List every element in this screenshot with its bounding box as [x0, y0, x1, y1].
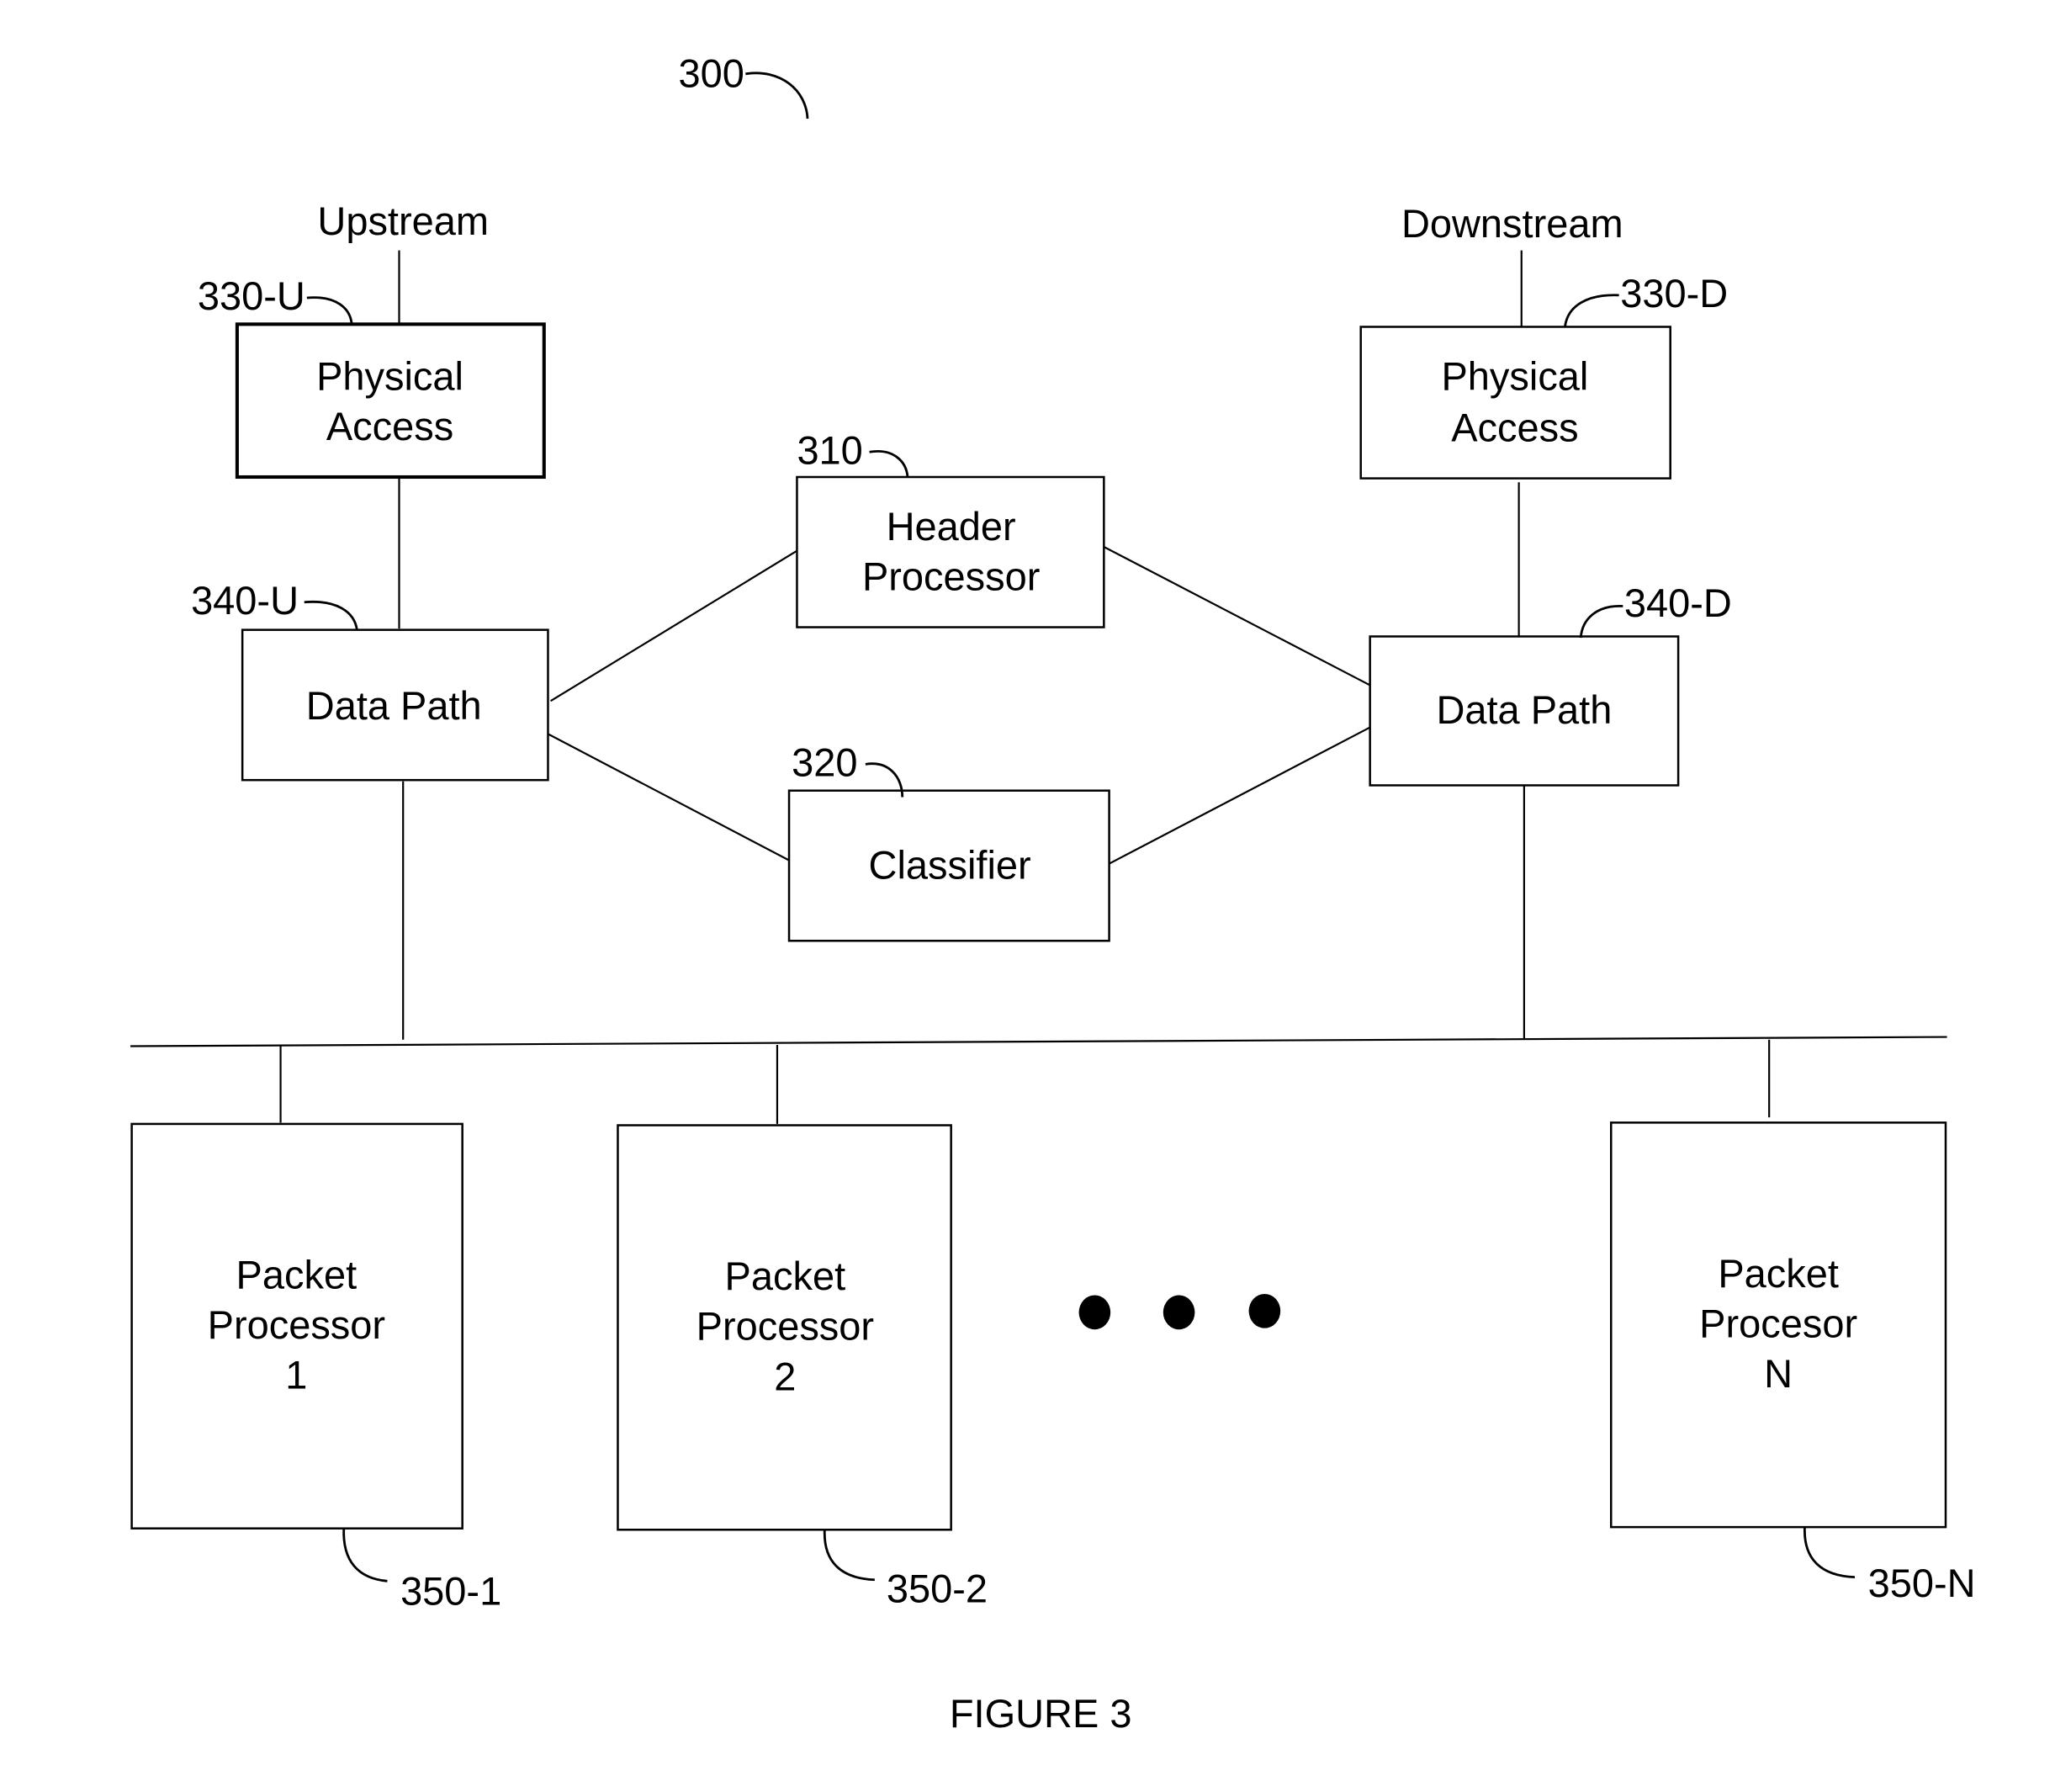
- physical-access-upstream-box: [235, 322, 546, 480]
- pp2-ref-label: 350-2: [887, 1566, 988, 1610]
- classifier-to-dp-down-wire: [1107, 726, 1371, 866]
- physical-access-downstream-line1: Physical: [1441, 354, 1588, 399]
- ellipsis-dots-icon: [1078, 1293, 1281, 1330]
- data-path-downstream-block: Data Path: [1369, 635, 1680, 787]
- physical-access-downstream-block: Physical Access: [1359, 326, 1671, 480]
- figure-ref-label: 300: [679, 50, 744, 95]
- dp-up-ref-label: 340-U: [191, 578, 299, 623]
- physical-access-upstream-line2: Access: [326, 404, 453, 448]
- packet-processor-2-line1: Packet: [725, 1254, 846, 1298]
- ellipsis-dot: [1078, 1295, 1111, 1330]
- header-processor-block: Header Processor: [796, 475, 1105, 628]
- packet-processor-n-line1: Packet: [1718, 1251, 1839, 1296]
- packet-processor-1-line2: Processor: [208, 1302, 385, 1347]
- physical-access-upstream-block: Physical Access: [235, 322, 546, 480]
- header-processor-line2: Processor: [862, 554, 1040, 599]
- ellipsis-dot: [1163, 1295, 1195, 1330]
- dp-up-ref-leader: [304, 600, 358, 630]
- classifier-block: Classifier: [787, 789, 1110, 942]
- physical-access-upstream-line1: Physical: [316, 354, 463, 399]
- dp-up-to-classifier-wire: [547, 733, 795, 864]
- packet-processor-n-block: Packet Procesor N: [1609, 1121, 1947, 1529]
- figure-3-diagram: 300 Upstream Downstream Physical Access …: [130, 50, 1976, 1736]
- data-path-upstream-label: Data Path: [306, 683, 482, 728]
- packet-processor-2-line2: Processor: [696, 1304, 874, 1349]
- header-ref-leader: [869, 450, 909, 478]
- phys-down-ref-label: 330-D: [1620, 271, 1728, 315]
- ellipsis-dot: [1248, 1293, 1281, 1328]
- pp1-ref-leader: [342, 1528, 388, 1583]
- dp-down-ref-label: 340-D: [1624, 581, 1732, 625]
- upstream-label: Upstream: [317, 199, 489, 243]
- header-to-dp-down-wire: [1103, 546, 1371, 687]
- downstream-label: Downstream: [1401, 201, 1623, 246]
- phys-up-ref-label: 330-U: [198, 273, 305, 318]
- dp-down-ref-leader: [1579, 605, 1623, 639]
- packet-processor-1-line3: 1: [285, 1353, 307, 1397]
- ppn-ref-leader: [1803, 1527, 1856, 1579]
- classifier-ref-label: 320: [792, 740, 857, 784]
- packet-processor-n-line2: Procesor: [1699, 1302, 1857, 1346]
- packet-processor-1-block: Packet Processor 1: [130, 1122, 463, 1530]
- figure-caption: FIGURE 3: [950, 1691, 1132, 1736]
- packet-processor-2-line3: 2: [774, 1354, 796, 1398]
- packet-processor-n-line3: N: [1764, 1351, 1793, 1396]
- phys-down-ref-leader: [1564, 294, 1619, 327]
- data-path-upstream-block: Data Path: [241, 628, 549, 782]
- classifier-label: Classifier: [869, 843, 1031, 888]
- physical-access-downstream-line2: Access: [1451, 406, 1578, 450]
- data-path-downstream-label: Data Path: [1436, 687, 1612, 732]
- pp1-ref-label: 350-1: [400, 1569, 501, 1614]
- figure-ref-leader: [745, 72, 809, 119]
- header-ref-label: 310: [797, 427, 862, 472]
- phys-up-ref-leader: [306, 296, 353, 325]
- header-processor-line1: Header: [887, 504, 1016, 549]
- ppn-ref-label: 350-N: [1868, 1561, 1976, 1605]
- dp-up-to-header-wire: [550, 549, 798, 702]
- pp2-ref-leader: [823, 1530, 875, 1582]
- physical-access-downstream-box: [1359, 326, 1671, 480]
- packet-processor-2-block: Packet Processor 2: [617, 1124, 952, 1531]
- packet-processor-1-line1: Packet: [236, 1253, 358, 1297]
- header-processor-box: [796, 475, 1105, 628]
